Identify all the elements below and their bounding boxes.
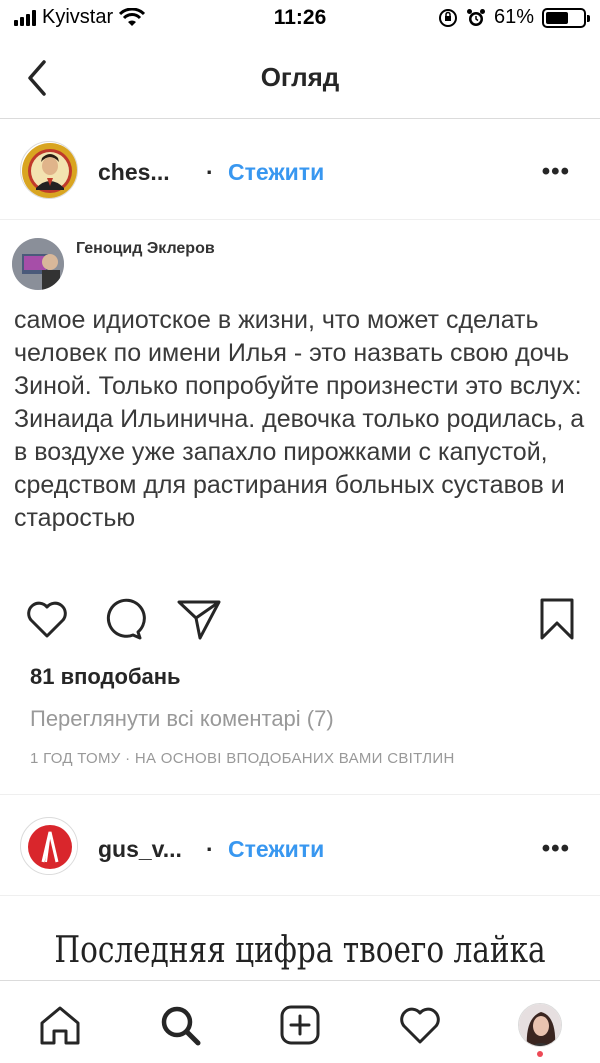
activity-heart-icon[interactable] bbox=[398, 1003, 442, 1047]
alarm-icon bbox=[466, 8, 485, 26]
heart-icon[interactable] bbox=[24, 596, 70, 642]
tweet-text: самое идиотское в жизни, что может сдела… bbox=[14, 306, 585, 532]
tweet-author-avatar bbox=[12, 238, 64, 290]
post-header: gus_v... · Стежити ••• bbox=[0, 796, 600, 896]
post-header: ches... · Стежити ••• bbox=[0, 120, 600, 220]
more-options-button[interactable]: ••• bbox=[542, 835, 570, 863]
status-right: 61% bbox=[438, 6, 590, 29]
profile-photo bbox=[519, 1004, 561, 1046]
tab-bar bbox=[0, 980, 600, 1063]
home-icon[interactable] bbox=[38, 1003, 82, 1047]
divider bbox=[0, 794, 600, 795]
likes-count[interactable]: 81 вподобань bbox=[30, 664, 181, 690]
comment-icon[interactable] bbox=[100, 596, 146, 642]
page-title: Огляд bbox=[260, 62, 340, 92]
bookmark-icon[interactable] bbox=[534, 596, 580, 642]
battery-icon bbox=[542, 7, 590, 28]
avatar-image bbox=[22, 143, 77, 198]
more-options-button[interactable]: ••• bbox=[542, 158, 570, 186]
status-bar: Kyivstar 11:26 61% bbox=[0, 0, 600, 40]
username[interactable]: gus_v... bbox=[98, 836, 182, 863]
username[interactable]: ches... bbox=[98, 159, 170, 186]
next-post-preview: Последняя цифра твоего лайка bbox=[54, 930, 546, 971]
separator-dot: · bbox=[206, 159, 214, 185]
view-comments-link[interactable]: Переглянути всі коментарі (7) bbox=[30, 706, 334, 732]
avatar[interactable] bbox=[20, 141, 78, 199]
notification-dot bbox=[537, 1051, 543, 1057]
share-icon[interactable] bbox=[176, 596, 222, 642]
orientation-lock-icon bbox=[438, 8, 457, 27]
profile-avatar[interactable] bbox=[518, 1003, 562, 1047]
follow-button[interactable]: Стежити bbox=[228, 836, 324, 863]
battery-level bbox=[546, 11, 568, 24]
tweet-author-name: Геноцид Эклеров bbox=[76, 240, 215, 257]
follow-button[interactable]: Стежити bbox=[228, 159, 324, 186]
search-icon[interactable] bbox=[158, 1003, 202, 1047]
divider bbox=[0, 895, 600, 896]
post-meta: 1 ГОД ТОМУ · НА ОСНОВІ ВПОДОБАНИХ ВАМИ С… bbox=[30, 750, 455, 767]
separator-dot: · bbox=[206, 836, 214, 862]
new-post-icon[interactable] bbox=[278, 1003, 322, 1047]
battery-percent: 61% bbox=[493, 6, 534, 28]
avatar[interactable] bbox=[20, 817, 78, 875]
tweet-author-photo bbox=[12, 238, 64, 290]
nav-bar: Огляд bbox=[0, 40, 600, 119]
divider bbox=[0, 219, 600, 220]
avatar-image bbox=[22, 819, 77, 874]
